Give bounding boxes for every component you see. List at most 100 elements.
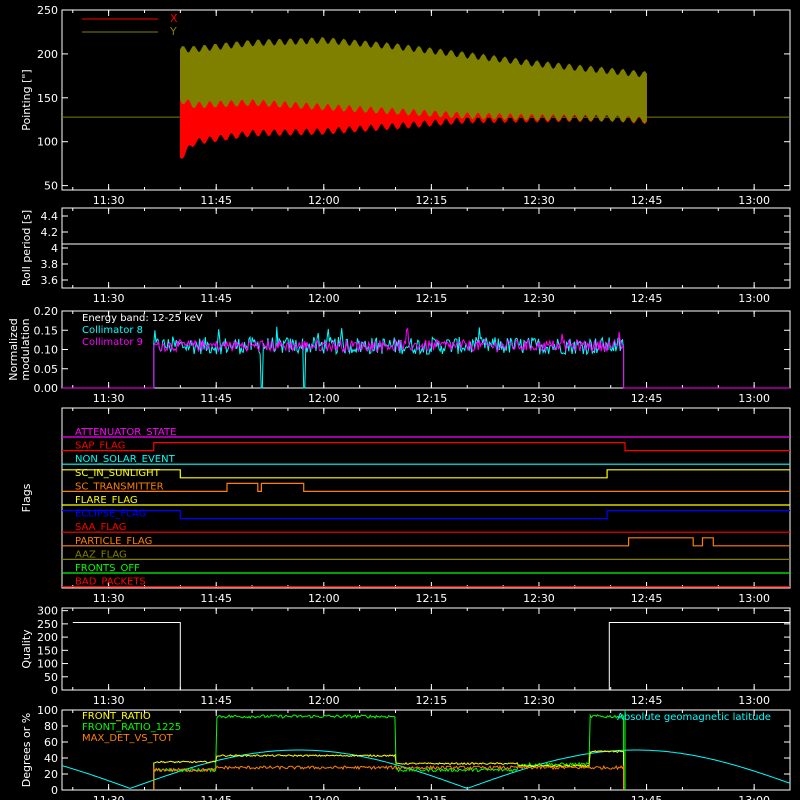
- x-tick-label: 12:30: [523, 794, 555, 800]
- y-tick-label: 150: [37, 92, 58, 105]
- x-tick-label: 13:00: [738, 194, 770, 207]
- x-tick-label: 12:00: [308, 794, 340, 800]
- x-tick-label: 12:00: [308, 292, 340, 305]
- flag-label-saa-flag: SAA_FLAG: [75, 522, 126, 533]
- flag-line-sc-in-sunlight: [62, 469, 790, 479]
- y-tick-label: 3.8: [41, 258, 59, 271]
- y-tick-label: 4.2: [41, 226, 59, 239]
- y-tick-label: 60: [44, 736, 58, 749]
- x-tick-label: 11:45: [200, 292, 232, 305]
- flag-line-particle-flag: [62, 537, 790, 547]
- legend-label-x: X: [170, 12, 178, 25]
- y-tick-label: 40: [44, 752, 58, 765]
- x-tick-label: 12:45: [631, 194, 663, 207]
- quality-frame: [61, 607, 791, 691]
- legend-label-front-ratio: FRONT_RATIO: [82, 711, 151, 722]
- figure-svg: 11:30 11:45 12:00 12:15 12:30 12:45 13:00 50 100…: [7, 4, 791, 800]
- modulation-series-collimator-9: [62, 327, 790, 389]
- y-tick-label: 100: [37, 658, 58, 671]
- y-axis-label: Roll period [s]: [20, 210, 33, 286]
- quality-panel: 11:30 11:45 12:00 12:15 12:30 12:45 13:00 05010…: [20, 605, 791, 707]
- flag-label-sc-transmitter: SC_TRANSMITTER: [75, 481, 164, 492]
- y-tick-label: 0.00: [34, 382, 59, 395]
- legend-label-max-det-vs-tot: MAX_DET_VS_TOT: [82, 733, 174, 744]
- ratio-series-front-ratio-1225: [153, 713, 625, 791]
- x-tick-label: 11:30: [93, 392, 125, 405]
- x-tick-label: 11:45: [200, 194, 232, 207]
- x-tick-label: 12:45: [631, 392, 663, 405]
- x-tick-label: 11:30: [93, 592, 125, 605]
- y-tick-label: 300: [37, 605, 58, 618]
- y-tick-label: 0.15: [34, 324, 59, 337]
- x-tick-label: 13:00: [738, 292, 770, 305]
- latitude-annotation: Absolute geomagnetic latitude: [617, 712, 771, 723]
- y-tick-label: 4.4: [41, 210, 59, 223]
- y-tick-label: 80: [44, 720, 58, 733]
- x-tick-label: 11:30: [93, 694, 125, 707]
- x-tick-label: 11:30: [93, 292, 125, 305]
- x-tick-label: 13:00: [738, 694, 770, 707]
- x-tick-label: 11:45: [200, 592, 232, 605]
- legend-label-y: Y: [169, 25, 177, 38]
- roll-frame: [61, 207, 791, 289]
- flag-label-non-solar-event: NON_SOLAR_EVENT: [75, 454, 176, 465]
- flag-label-sap-flag: SAP_FLAG: [75, 441, 125, 452]
- flag-label-flare-flag: FLARE_FLAG: [75, 495, 138, 506]
- y-tick-label: 250: [37, 4, 58, 17]
- y-axis-label: Degrees or %: [20, 713, 33, 787]
- legend-label-collimator-8: Collimator 8: [82, 325, 143, 336]
- y-tick-label: 3.6: [41, 274, 59, 287]
- x-tick-label: 12:15: [416, 292, 448, 305]
- x-tick-label: 12:00: [308, 694, 340, 707]
- x-tick-label: 13:00: [738, 794, 770, 800]
- x-tick-label: 12:15: [416, 694, 448, 707]
- flag-label-fronts-off: FRONTS_OFF: [75, 563, 140, 574]
- y-tick-label: 4: [51, 242, 58, 255]
- modulation-series-collimator-8: [62, 326, 790, 389]
- flags-panel: 11:30 11:45 12:00 12:15 12:30 12:45 13:00 Flags…: [20, 407, 791, 605]
- x-tick-label: 11:30: [93, 794, 125, 800]
- y-axis-label: Quality: [20, 629, 33, 669]
- y-tick-label: 150: [37, 644, 58, 657]
- x-tick-label: 12:30: [523, 292, 555, 305]
- y-tick-label: 200: [37, 48, 58, 61]
- y-tick-label: 0.20: [34, 305, 59, 318]
- x-tick-label: 13:00: [738, 392, 770, 405]
- x-tick-label: 12:15: [416, 592, 448, 605]
- x-tick-label: 11:45: [200, 392, 232, 405]
- x-tick-label: 12:45: [631, 292, 663, 305]
- y-tick-label: 0.10: [34, 344, 59, 357]
- ratio-series-front-ratio: [153, 750, 625, 791]
- y-tick-label: 100: [37, 704, 58, 717]
- x-tick-label: 12:30: [523, 592, 555, 605]
- roll-panel: 11:30 11:45 12:00 12:15 12:30 12:45 13:00 3.6 3.…: [20, 207, 791, 305]
- x-tick-label: 12:30: [523, 392, 555, 405]
- flag-line-eclipse-flag: [62, 510, 790, 520]
- y-tick-label: 200: [37, 631, 58, 644]
- x-tick-label: 12:00: [308, 592, 340, 605]
- x-tick-label: 12:15: [416, 794, 448, 800]
- modulation-energy-band: Energy band: 12-25 keV: [82, 313, 203, 324]
- ratios-panel: 11:30 11:45 12:00 12:15 12:30 12:45 13:00 0 20 40…: [20, 704, 791, 800]
- x-tick-label: 12:00: [308, 392, 340, 405]
- y-tick-label: 50: [44, 180, 58, 193]
- flag-label-bad-packets: BAD_PACKETS: [75, 577, 146, 588]
- flag-line-sap-flag: [62, 442, 790, 452]
- x-tick-label: 12:45: [631, 694, 663, 707]
- ratio-series-max-det-vs-tot: [153, 764, 625, 791]
- x-tick-label: 12:30: [523, 194, 555, 207]
- flag-label-particle-flag: PARTICLE_FLAG: [75, 536, 152, 547]
- x-tick-label: 11:45: [200, 694, 232, 707]
- pointing-panel: 11:30 11:45 12:00 12:15 12:30 12:45 13:00 50 100…: [20, 4, 791, 207]
- x-tick-label: 11:30: [93, 194, 125, 207]
- y-axis-label: Pointing ["]: [20, 69, 33, 130]
- y-axis-label: modulation: [19, 318, 32, 380]
- modulation-panel: 11:30 11:45 12:00 12:15 12:30 12:45 13:00 0.00 0…: [7, 305, 791, 405]
- x-tick-label: 13:00: [738, 592, 770, 605]
- y-tick-label: 100: [37, 136, 58, 149]
- y-tick-label: 20: [44, 768, 58, 781]
- y-tick-label: 0.05: [34, 363, 59, 376]
- chart-figure: 11:30 11:45 12:00 12:15 12:30 12:45 13:00 50 100…: [0, 0, 800, 800]
- x-tick-label: 12:00: [308, 194, 340, 207]
- x-tick-label: 11:45: [200, 794, 232, 800]
